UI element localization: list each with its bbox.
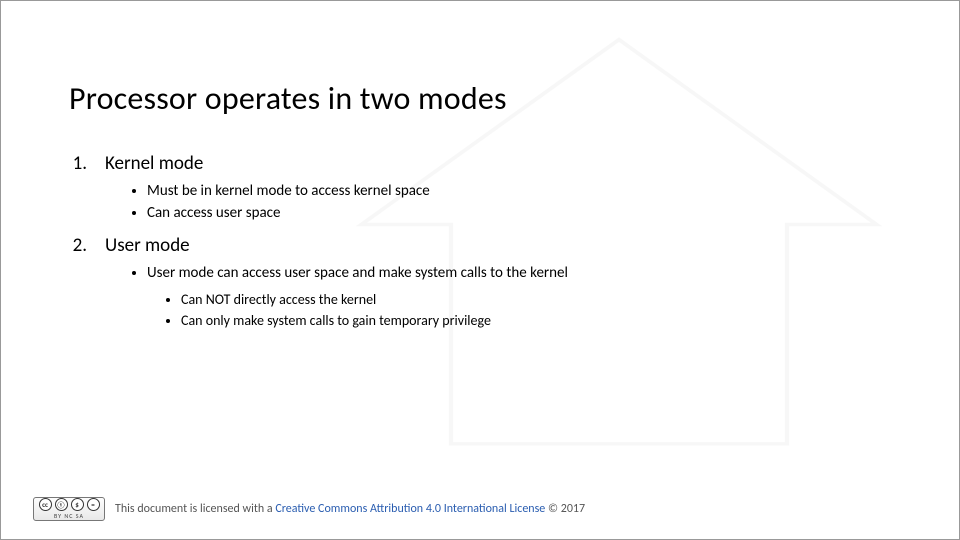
item-label: Kernel mode [105,151,203,177]
cc-bar-label: BY NC SA [54,512,84,520]
cc-by-icon: ① [55,498,68,511]
slide-title: Processor operates in two modes [69,79,507,118]
list-item: 1. Kernel mode Must be in kernel mode to… [69,151,889,223]
copyright-year: 2017 [548,502,585,516]
cc-logo-icon: cc [39,498,52,511]
cc-badge-icon: cc ① $ = BY NC SA [33,497,105,521]
sub-bullet: Can NOT directly access the kernel [181,291,889,310]
footer-prefix: This document is licensed with a [115,502,275,516]
list-item: 2. User mode User mode can access user s… [69,233,889,331]
footer: cc ① $ = BY NC SA This document is licen… [33,497,585,521]
item-label: User mode [105,233,190,259]
item-number: 1. [69,151,87,177]
cc-sa-icon: = [87,498,100,511]
license-link[interactable]: Creative Commons Attribution 4.0 Interna… [275,502,545,516]
bullet: Can access user space [147,203,889,223]
sub-bullet-list: Can NOT directly access the kernel Can o… [181,291,889,331]
bullet: User mode can access user space and make… [147,263,889,283]
slide-body: 1. Kernel mode Must be in kernel mode to… [69,151,889,341]
sub-bullet: Can only make system calls to gain tempo… [181,312,889,331]
slide: Processor operates in two modes 1. Kerne… [0,0,960,540]
cc-nc-icon: $ [71,498,84,511]
item-number: 2. [69,233,87,259]
footer-text: This document is licensed with a Creativ… [115,502,585,516]
bullet-list: User mode can access user space and make… [147,263,889,283]
bullet-list: Must be in kernel mode to access kernel … [147,181,889,224]
bullet: Must be in kernel mode to access kernel … [147,181,889,201]
